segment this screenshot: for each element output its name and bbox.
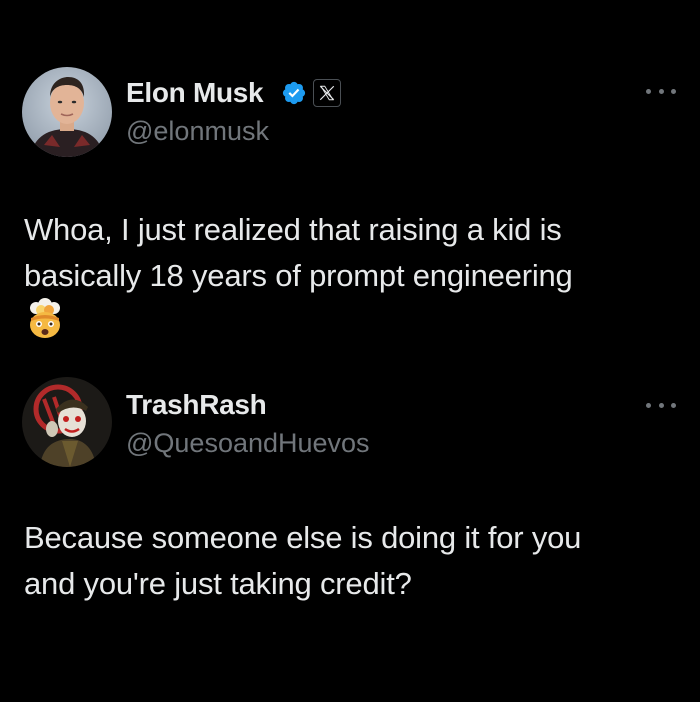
user-handle[interactable]: @elonmusk <box>126 116 269 147</box>
tweet-text-line: and you're just taking credit? <box>24 566 412 601</box>
tweet-text-line: basically 18 years of prompt engineering <box>24 258 573 293</box>
tweet-text: Because someone else is doing it for you… <box>24 515 674 607</box>
user-handle[interactable]: @QuesoandHuevos <box>126 428 370 459</box>
dot <box>646 402 651 408</box>
exploding-head-emoji <box>30 298 60 338</box>
more-options-icon[interactable] <box>646 398 676 412</box>
dot <box>671 402 676 408</box>
avatar-image <box>22 67 112 157</box>
avatar-image <box>22 377 112 467</box>
x-logo-icon <box>313 79 341 107</box>
more-options-icon[interactable] <box>646 84 676 98</box>
display-name[interactable]: TrashRash <box>126 389 267 421</box>
tweet: Elon Musk @elonmusk Whoa, I just realize… <box>0 0 700 365</box>
dot <box>671 88 676 94</box>
verified-badge-icon <box>282 81 306 105</box>
dot <box>658 88 664 94</box>
avatar[interactable] <box>22 67 112 157</box>
dot <box>658 402 664 408</box>
tweet-text: Whoa, I just realized that raising a kid… <box>24 207 674 299</box>
tweet-text-line: Whoa, I just realized that raising a kid… <box>24 212 562 247</box>
reply-tweet: TrashRash @QuesoandHuevos Because someon… <box>0 365 700 702</box>
tweet-text-line: Because someone else is doing it for you <box>24 520 582 555</box>
avatar[interactable] <box>22 377 112 467</box>
dot <box>646 88 651 94</box>
app-root: { "posts": [ { "display_name": "Elon Mus… <box>0 0 700 702</box>
display-name[interactable]: Elon Musk <box>126 77 264 109</box>
x-logo-glyph <box>319 85 335 101</box>
